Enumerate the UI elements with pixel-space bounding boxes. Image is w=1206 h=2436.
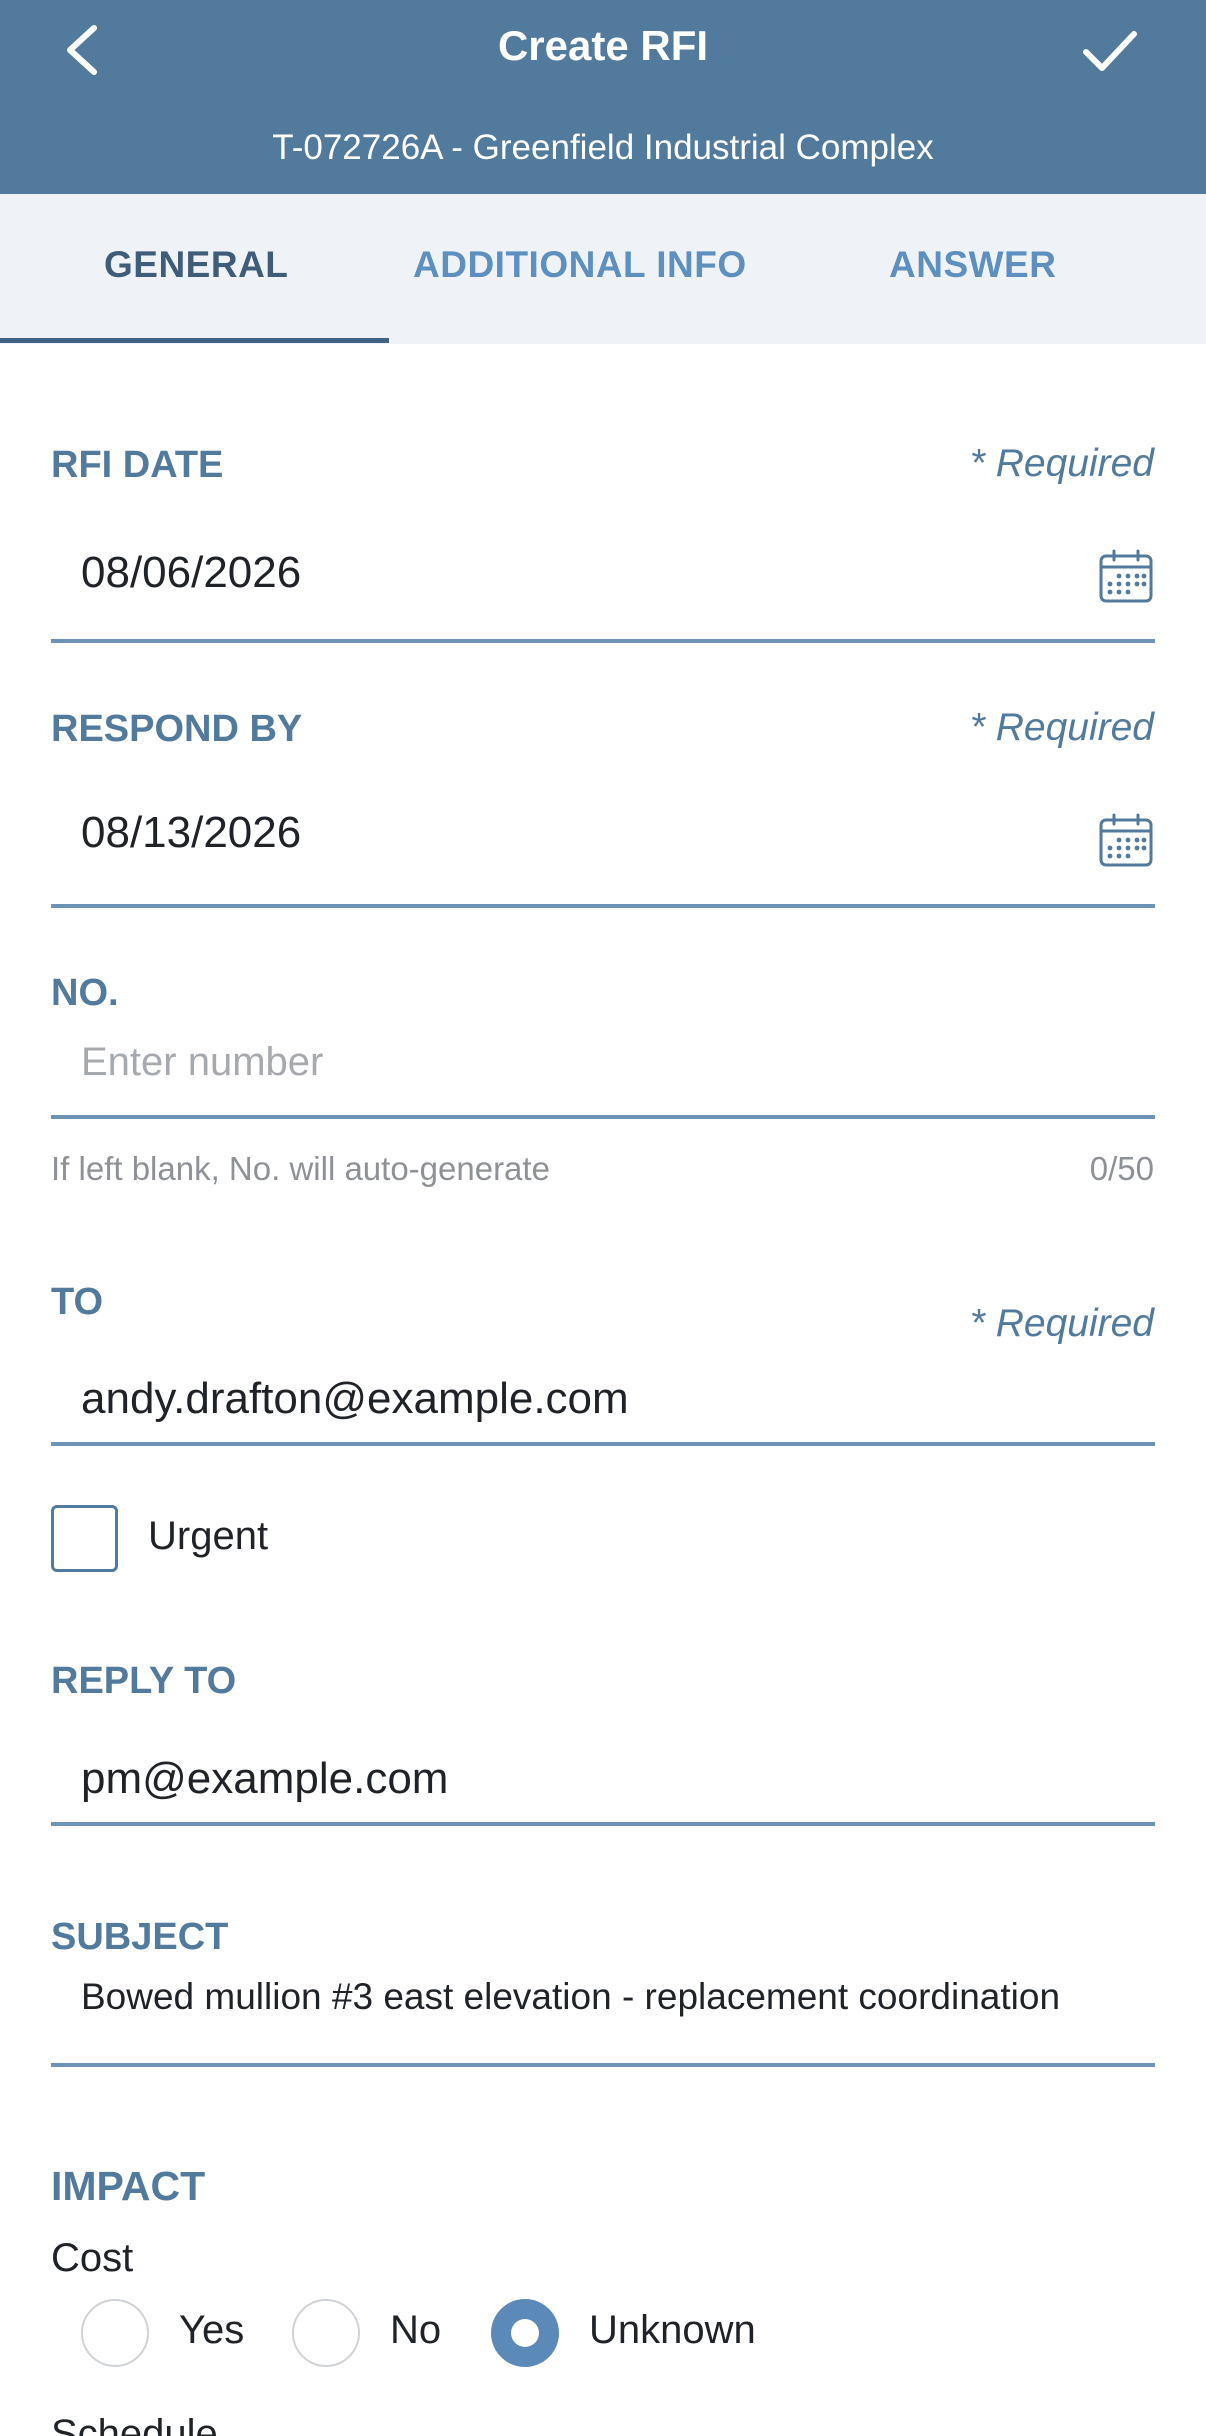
cost-option-no-label: No [390,2308,442,2352]
respond-by-required: * Required [969,706,1154,749]
reply-to-underline [51,1822,1155,1826]
to-underline [51,1442,1155,1446]
to-required: * Required [969,1302,1154,1345]
cost-radio-no[interactable] [292,2299,360,2367]
to-label: TO [51,1281,104,1323]
number-label: NO. [51,972,119,1014]
impact-section-title: IMPACT [51,2163,206,2209]
cost-radio-yes[interactable] [81,2299,149,2367]
respond-by-underline [51,904,1155,908]
reply-to-label: REPLY TO [51,1660,237,1702]
active-tab-indicator [0,338,389,343]
number-underline [51,1115,1155,1119]
rfi-date-field[interactable]: 08/06/2026 [81,548,301,598]
cost-option-yes-label: Yes [179,2308,245,2352]
rfi-date-required: * Required [969,442,1154,485]
to-field[interactable]: andy.drafton@example.com [81,1374,629,1424]
respond-by-field[interactable]: 08/13/2026 [81,808,301,858]
tab-bar: GENERAL ADDITIONAL INFO ANSWER [0,194,1206,344]
rfi-date-underline [51,639,1155,643]
schedule-label: Schedule [51,2412,218,2436]
urgent-label: Urgent [148,1514,269,1558]
subject-field[interactable]: Bowed mullion #3 east elevation - replac… [81,1976,1060,2018]
rfi-date-label: RFI DATE [51,444,224,486]
cost-radio-unknown[interactable] [491,2299,559,2367]
cost-option-unknown-label: Unknown [589,2308,756,2352]
reply-to-field[interactable]: pm@example.com [81,1754,448,1804]
project-subtitle: T-072726A - Greenfield Industrial Comple… [272,128,934,167]
urgent-checkbox[interactable] [51,1505,118,1572]
subject-underline [51,2063,1155,2067]
subject-label: SUBJECT [51,1916,229,1958]
tab-general[interactable]: GENERAL [104,244,288,286]
tab-additional-info[interactable]: ADDITIONAL INFO [413,244,747,286]
number-helper-text: If left blank, No. will auto-generate [51,1150,550,1187]
tab-answer[interactable]: ANSWER [889,244,1056,286]
cost-label: Cost [51,2236,134,2280]
respond-by-label: RESPOND BY [51,708,303,750]
calendar-icon[interactable] [1098,812,1154,868]
checkmark-icon [1083,31,1137,71]
page-title: Create RFI [497,22,709,69]
calendar-icon[interactable] [1098,548,1154,604]
number-input[interactable]: Enter number [81,1040,323,1085]
number-char-counter: 0/50 [1089,1150,1154,1187]
save-button[interactable] [1078,20,1142,80]
app-header: Create RFI T-072726A - Greenfield Indust… [0,0,1206,194]
